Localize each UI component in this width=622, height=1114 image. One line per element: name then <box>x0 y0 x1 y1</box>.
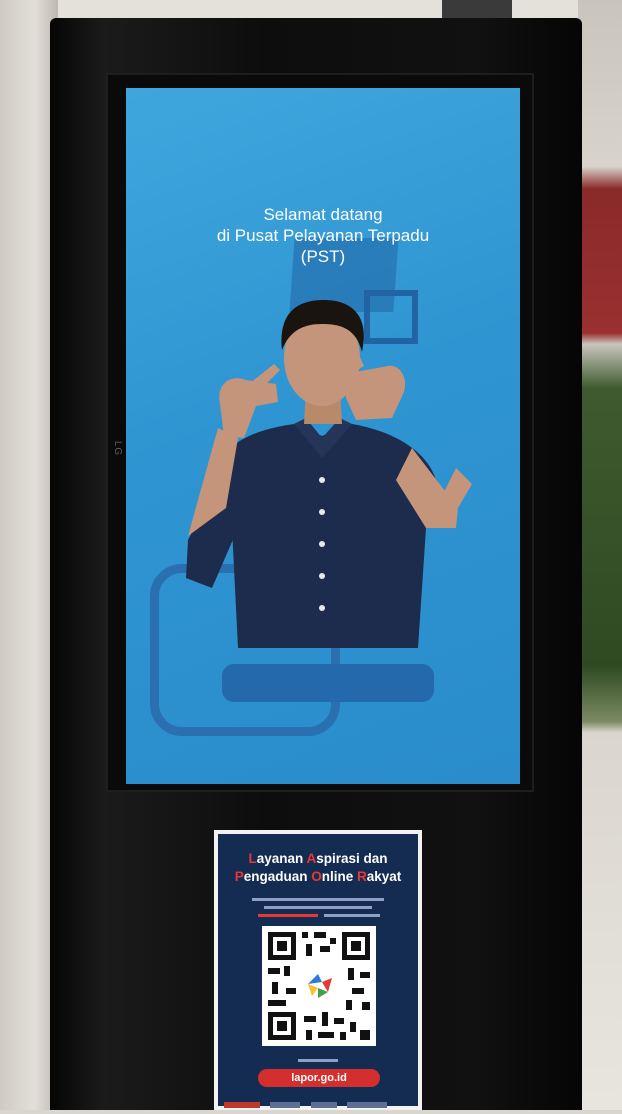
background-wall-right <box>577 0 622 1110</box>
poster-or-text-blurred <box>218 1058 418 1066</box>
decorative-bar <box>222 664 434 702</box>
lapor-url-badge[interactable]: lapor.go.id <box>258 1069 380 1087</box>
poster-footer-logos <box>224 1096 414 1108</box>
welcome-title: Selamat datang di Pusat Pelayanan Terpad… <box>126 204 520 267</box>
poster-instructions-blurred <box>228 896 408 926</box>
poster-title: Layanan Aspirasi dan Pengaduan Online Ra… <box>218 850 418 886</box>
brand-logo: LG <box>112 440 124 457</box>
poster-title-line2: Pengaduan Online Rakyat <box>234 869 402 884</box>
lapor-poster: Layanan Aspirasi dan Pengaduan Online Ra… <box>214 830 422 1110</box>
kiosk-screen[interactable]: Selamat datang di Pusat Pelayanan Terpad… <box>126 88 520 784</box>
poster-title-line1: Layanan Aspirasi dan <box>248 851 388 866</box>
welcome-title-line1: Selamat datang <box>263 205 383 224</box>
welcome-title-line2: di Pusat Pelayanan Terpadu <box>216 226 430 245</box>
welcome-title-line3: (PST) <box>300 247 346 266</box>
qr-code[interactable] <box>262 926 376 1046</box>
